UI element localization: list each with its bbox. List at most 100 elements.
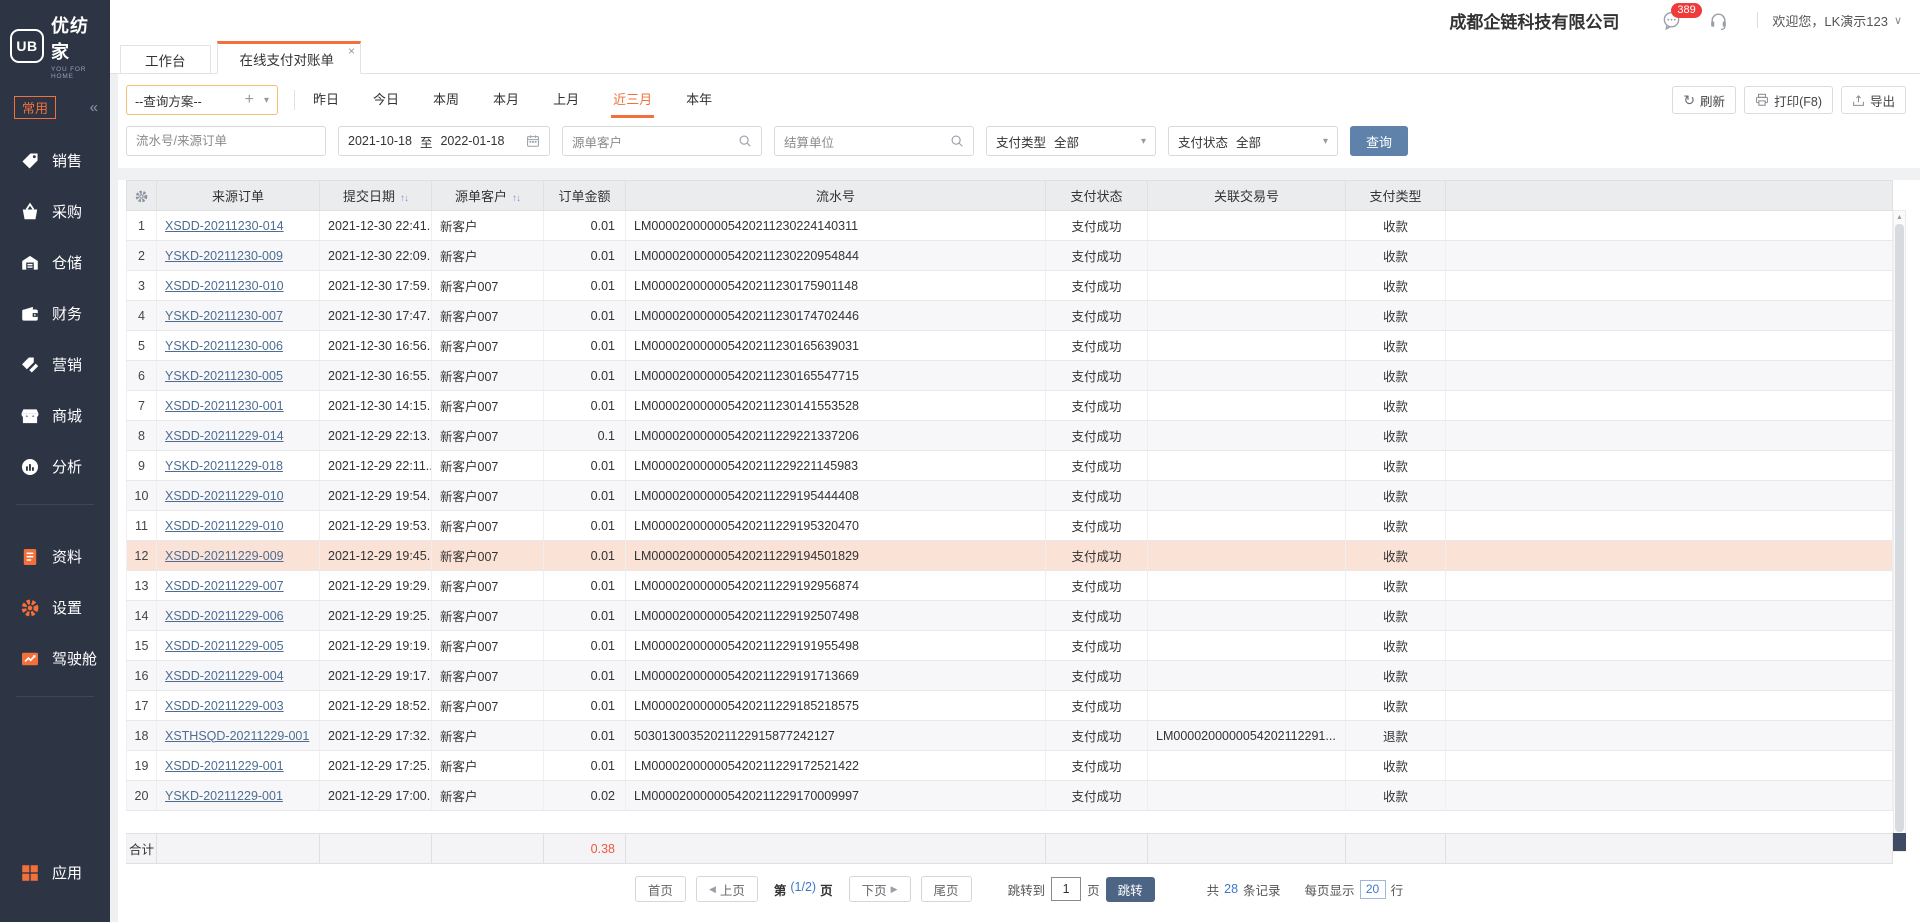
pay-type-select[interactable]: 支付类型 全部 ▾: [986, 126, 1156, 156]
sidebar-item-apps[interactable]: 应用: [0, 847, 110, 898]
table-row[interactable]: 6YSKD-20211230-0052021-12-30 16:55...新客户…: [127, 361, 1893, 391]
source-order-link[interactable]: XSDD-20211229-010: [165, 489, 284, 503]
source-order-link[interactable]: YSKD-20211229-018: [165, 459, 283, 473]
quick-range-this-year[interactable]: 本年: [684, 82, 714, 118]
prev-page-button[interactable]: ◀ 上页: [696, 876, 758, 902]
table-row[interactable]: 9YSKD-20211229-0182021-12-29 22:11...新客户…: [127, 451, 1893, 481]
record-summary: 共 28 条记录 每页显示 20 行: [1207, 880, 1403, 899]
table-row[interactable]: 14XSDD-20211229-0062021-12-29 19:25...新客…: [127, 601, 1893, 631]
first-page-button[interactable]: 首页: [635, 876, 686, 902]
support-button[interactable]: [1708, 10, 1729, 31]
source-order-link[interactable]: XSDD-20211229-001: [165, 759, 284, 773]
source-order-link[interactable]: YSKD-20211230-006: [165, 339, 283, 353]
sidebar-item-purchase[interactable]: 采购: [0, 186, 110, 237]
table-row[interactable]: 2YSKD-20211230-0092021-12-30 22:09...新客户…: [127, 241, 1893, 271]
sidebar-item-mall[interactable]: 商城: [0, 390, 110, 441]
quick-range-this-month[interactable]: 本月: [491, 82, 521, 118]
table-row[interactable]: 16XSDD-20211229-0042021-12-29 19:17...新客…: [127, 661, 1893, 691]
vertical-scrollbar[interactable]: ▲: [1893, 210, 1906, 852]
quick-range-last-3-months[interactable]: 近三月: [611, 82, 654, 118]
pay-status-select[interactable]: 支付状态 全部 ▾: [1168, 126, 1338, 156]
source-order-link[interactable]: XSDD-20211229-014: [165, 429, 284, 443]
close-tab-icon[interactable]: ×: [348, 45, 355, 57]
sort-icon[interactable]: ↑↓: [512, 193, 520, 204]
table-row[interactable]: 11XSDD-20211229-0102021-12-29 19:53...新客…: [127, 511, 1893, 541]
col-submit-date[interactable]: 提交日期↑↓: [320, 181, 432, 211]
table-row[interactable]: 17XSDD-20211229-0032021-12-29 18:52...新客…: [127, 691, 1893, 721]
table-row[interactable]: 8XSDD-20211229-0142021-12-29 22:13...新客户…: [127, 421, 1893, 451]
settlement-unit-input[interactable]: 结算单位: [774, 126, 974, 156]
source-order-link[interactable]: XSDD-20211230-010: [165, 279, 284, 293]
table-row[interactable]: 20YSKD-20211229-0012021-12-29 17:00...新客…: [127, 781, 1893, 811]
source-order-link[interactable]: XSDD-20211229-010: [165, 519, 284, 533]
source-order-link[interactable]: XSDD-20211230-014: [165, 219, 284, 233]
sidebar-item-warehouse[interactable]: 仓储: [0, 237, 110, 288]
source-order-link[interactable]: XSDD-20211229-004: [165, 669, 284, 683]
source-order-link[interactable]: YSKD-20211230-007: [165, 309, 283, 323]
sidebar-item-cockpit[interactable]: 驾驶舱: [0, 633, 110, 684]
table-row[interactable]: 19XSDD-20211229-0012021-12-29 17:25...新客…: [127, 751, 1893, 781]
source-order-link[interactable]: XSDD-20211229-007: [165, 579, 284, 593]
column-settings-icon[interactable]: [134, 189, 149, 204]
table-row[interactable]: 1XSDD-20211230-0142021-12-30 22:41...新客户…: [127, 211, 1893, 241]
source-order-link[interactable]: YSKD-20211230-005: [165, 369, 283, 383]
last-page-button[interactable]: 尾页: [921, 876, 972, 902]
scrollbar-thumb[interactable]: [1895, 224, 1904, 832]
jump-button[interactable]: 跳转: [1106, 877, 1155, 902]
search-icon[interactable]: [950, 134, 964, 148]
source-order-link[interactable]: XSDD-20211229-006: [165, 609, 284, 623]
favorites-badge[interactable]: 常用: [14, 96, 56, 119]
source-order-link[interactable]: YSKD-20211229-001: [165, 789, 283, 803]
messages-button[interactable]: 389: [1661, 10, 1682, 31]
table-row[interactable]: 13XSDD-20211229-0072021-12-29 19:29...新客…: [127, 571, 1893, 601]
date-range-picker[interactable]: 2021-10-18 至 2022-01-18: [338, 126, 550, 156]
table-row[interactable]: 7XSDD-20211230-0012021-12-30 14:15...新客户…: [127, 391, 1893, 421]
table-row[interactable]: 10XSDD-20211229-0102021-12-29 19:54...新客…: [127, 481, 1893, 511]
add-scheme-icon[interactable]: +: [245, 91, 254, 109]
table-header-row: 来源订单 提交日期↑↓ 源单客户↑↓ 订单金额 流水号 支付状态 关联交易号 支…: [127, 181, 1893, 211]
quick-range-this-week[interactable]: 本周: [431, 82, 461, 118]
quick-range-today[interactable]: 今日: [371, 82, 401, 118]
collapse-sidebar-icon[interactable]: «: [90, 99, 98, 116]
table-row[interactable]: 5YSKD-20211230-0062021-12-30 16:56...新客户…: [127, 331, 1893, 361]
query-scheme-select[interactable]: --查询方案-- + ▾: [126, 85, 278, 115]
next-page-button[interactable]: 下页 ▶: [849, 876, 911, 902]
serial-or-order-input[interactable]: [126, 126, 326, 156]
source-order-link[interactable]: YSKD-20211230-009: [165, 249, 283, 263]
sort-icon[interactable]: ↑↓: [400, 193, 408, 204]
sidebar-item-data[interactable]: 资料: [0, 531, 110, 582]
table-row[interactable]: 4YSKD-20211230-0072021-12-30 17:47...新客户…: [127, 301, 1893, 331]
source-order-link[interactable]: XSDD-20211229-009: [165, 549, 284, 563]
table-row[interactable]: 12XSDD-20211229-0092021-12-29 19:45...新客…: [127, 541, 1893, 571]
source-customer-input[interactable]: 源单客户: [562, 126, 762, 156]
tab-online-payment-statement[interactable]: 在线支付对账单 ×: [217, 41, 362, 74]
scroll-up-icon[interactable]: ▲: [1896, 211, 1903, 223]
table-row[interactable]: 18XSTHSQD-20211229-0012021-12-29 17:32..…: [127, 721, 1893, 751]
quick-range-yesterday[interactable]: 昨日: [311, 82, 341, 118]
sidebar-item-settings[interactable]: 设置: [0, 582, 110, 633]
source-order-link[interactable]: XSDD-20211229-003: [165, 699, 284, 713]
table-row[interactable]: 3XSDD-20211230-0102021-12-30 17:59...新客户…: [127, 271, 1893, 301]
source-order-link[interactable]: XSDD-20211229-005: [165, 639, 284, 653]
refresh-button[interactable]: ↻ 刷新: [1672, 86, 1736, 114]
print-button[interactable]: 打印(F8): [1744, 86, 1833, 114]
jump-page-input[interactable]: [1051, 877, 1081, 901]
source-order-link[interactable]: XSTHSQD-20211229-001: [165, 729, 309, 743]
export-label: 导出: [1870, 91, 1895, 110]
tab-workbench[interactable]: 工作台: [120, 45, 211, 74]
search-icon[interactable]: [738, 134, 752, 148]
source-order-link[interactable]: XSDD-20211230-001: [165, 399, 284, 413]
sidebar-item-sales[interactable]: 销售: [0, 135, 110, 186]
scrollbar-end-cap[interactable]: [1893, 833, 1906, 851]
export-button[interactable]: 导出: [1841, 86, 1906, 114]
quick-range-last-month[interactable]: 上月: [551, 82, 581, 118]
per-page-input[interactable]: 20: [1360, 880, 1386, 899]
table-row[interactable]: 15XSDD-20211229-0052021-12-29 19:19...新客…: [127, 631, 1893, 661]
sidebar-item-marketing[interactable]: 营销: [0, 339, 110, 390]
col-source-customer[interactable]: 源单客户↑↓: [432, 181, 544, 211]
user-menu[interactable]: 欢迎您，LK演示123 ∨: [1772, 11, 1902, 30]
sidebar-item-analytics[interactable]: 分析: [0, 441, 110, 492]
search-button[interactable]: 查询: [1350, 126, 1408, 156]
caret-down-icon[interactable]: ▾: [264, 95, 269, 106]
sidebar-item-finance[interactable]: 财务: [0, 288, 110, 339]
